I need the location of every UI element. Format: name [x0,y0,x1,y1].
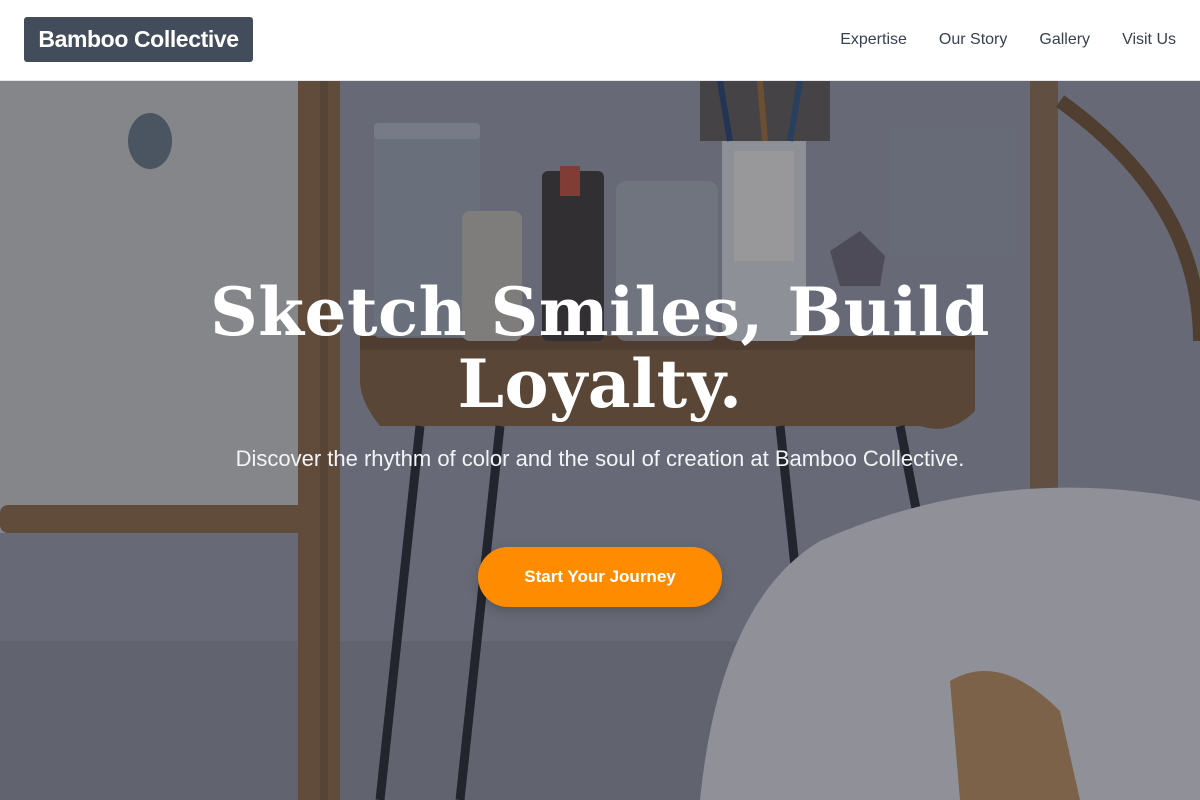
nav-link-expertise[interactable]: Expertise [840,28,907,52]
site-header: Bamboo Collective Expertise Our Story Ga… [0,0,1200,81]
nav-link-gallery[interactable]: Gallery [1039,28,1090,52]
nav-link-our-story[interactable]: Our Story [939,28,1007,52]
hero-subheadline: Discover the rhythm of color and the sou… [235,446,965,471]
main-nav: Expertise Our Story Gallery Visit Us [840,28,1176,52]
hero-content: Sketch Smiles, Build Loyalty. Discover t… [0,81,1200,800]
hero-headline: Sketch Smiles, Build Loyalty. [200,276,1000,420]
hero-section: Sketch Smiles, Build Loyalty. Discover t… [0,81,1200,800]
brand-logo[interactable]: Bamboo Collective [24,17,253,62]
hero-headline-line1: Sketch Smiles, Build [210,273,990,351]
hero-headline-line2: Loyalty. [457,345,743,423]
nav-link-visit-us[interactable]: Visit Us [1122,28,1176,52]
start-journey-button[interactable]: Start Your Journey [478,547,722,607]
